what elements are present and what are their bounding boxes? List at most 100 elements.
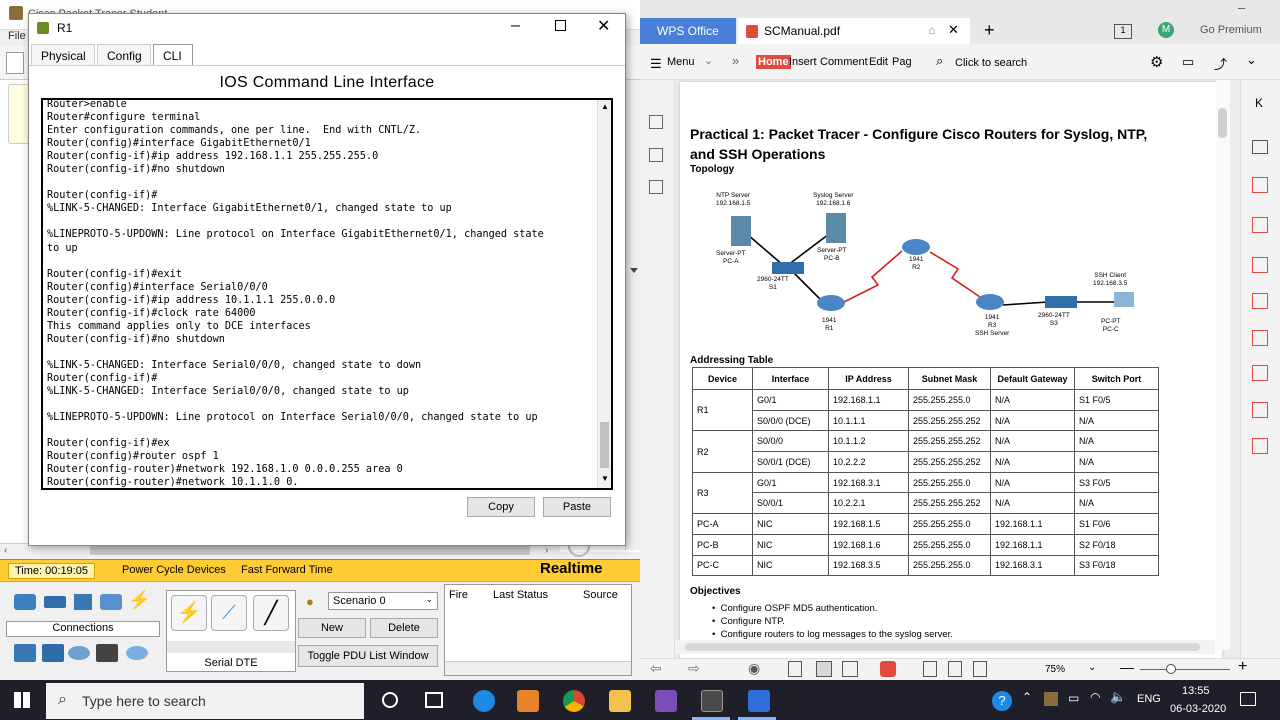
notifications-icon[interactable] [1240, 692, 1256, 706]
straight-cable-icon[interactable]: ╱ [253, 595, 289, 631]
device-icon-4[interactable] [96, 644, 118, 662]
single-page-icon[interactable] [788, 661, 802, 677]
scroll-down-icon[interactable] [630, 268, 638, 273]
pdf-to-ppt-icon[interactable] [1252, 330, 1268, 346]
copy-button[interactable]: Copy [467, 497, 535, 517]
hamburger-icon[interactable]: ☰ [650, 56, 662, 72]
fit-width-icon[interactable] [948, 661, 962, 677]
chat-icon[interactable]: ▭ [1182, 54, 1194, 70]
doc-vscroll-thumb[interactable] [1218, 108, 1227, 138]
help-icon[interactable]: ? [992, 691, 1012, 711]
images-icon[interactable] [649, 148, 663, 162]
rotate-icon[interactable] [973, 661, 987, 677]
connections-category-icon[interactable]: ⚡ [128, 590, 150, 611]
double-chevron-icon[interactable]: » [732, 53, 739, 68]
ribbon-insert[interactable]: Insert [789, 56, 817, 68]
file-menu[interactable]: File [8, 30, 26, 42]
power-cycle-button[interactable]: Power Cycle Devices [122, 564, 226, 576]
wps-taskbar-icon[interactable] [748, 690, 770, 712]
tray-pt-icon[interactable] [1044, 692, 1058, 706]
terminal-output[interactable]: Router>enable Router#configure terminal … [47, 100, 544, 488]
zoom-slider[interactable] [1140, 669, 1230, 670]
zoom-level[interactable]: 75% [1045, 664, 1065, 675]
terminal-scrollbar[interactable]: ▲ ▼ [597, 100, 611, 488]
ribbon-comment[interactable]: Comment [820, 56, 868, 68]
device-icon-5[interactable] [126, 646, 148, 660]
new-file-icon[interactable] [6, 52, 24, 74]
doc-hscroll-thumb[interactable] [685, 643, 1200, 651]
scroll-left-icon[interactable]: ‹ [4, 545, 7, 556]
search-field[interactable]: Click to search [955, 57, 1027, 69]
file-explorer-icon[interactable] [609, 690, 631, 712]
ribbon-page[interactable]: Pag [892, 56, 912, 68]
image-tool-icon[interactable] [1252, 217, 1268, 233]
workspace-vscroll[interactable] [625, 80, 640, 550]
fast-forward-button[interactable]: Fast Forward Time [241, 564, 333, 576]
network-icon[interactable]: ◠ [1090, 690, 1100, 704]
auto-connection-icon[interactable]: ⚡ [171, 595, 207, 631]
tab-config[interactable]: Config [97, 44, 151, 66]
new-tab-icon[interactable]: + [984, 20, 995, 41]
hscroll-thumb[interactable] [90, 546, 530, 555]
window-minimize-icon[interactable]: – [1238, 0, 1245, 15]
wireless-category-icon[interactable] [100, 594, 122, 610]
realtime-mode-label[interactable]: Realtime [540, 560, 603, 577]
device-icon-3[interactable] [68, 646, 90, 660]
continuous-page-icon[interactable] [816, 661, 832, 677]
info-icon[interactable]: ● [306, 594, 314, 609]
paste-button[interactable]: Paste [543, 497, 611, 517]
battery-icon[interactable]: ▭ [1068, 691, 1079, 705]
go-premium-link[interactable]: Go Premium [1200, 24, 1262, 36]
connection-scroll[interactable] [167, 641, 295, 653]
pdf-to-word-icon[interactable] [1252, 257, 1268, 273]
zoom-out-icon[interactable]: — [1120, 659, 1134, 675]
zoom-dropdown-icon[interactable]: ⌄ [1088, 662, 1096, 673]
tray-chevron-icon[interactable]: ⌃ [1022, 690, 1032, 704]
sign-icon[interactable] [1252, 438, 1268, 454]
eye-icon[interactable]: ◉ [748, 660, 760, 677]
two-page-icon[interactable] [842, 661, 858, 677]
ribbon-home[interactable]: Home [756, 55, 791, 69]
scenario-select[interactable]: Scenario 0 ⌄ [328, 592, 438, 610]
close-tab-icon[interactable]: ✕ [948, 22, 959, 38]
cli-terminal[interactable]: Router>enable Router#configure terminal … [41, 98, 613, 490]
windows-start-icon[interactable] [14, 692, 30, 708]
ribbon-edit[interactable]: Edit [869, 56, 888, 68]
play-icon[interactable] [880, 661, 896, 677]
scroll-down-icon[interactable]: ▼ [601, 474, 609, 483]
next-page-icon[interactable]: ⇨ [688, 660, 700, 677]
pin-icon[interactable]: ⌂ [928, 23, 935, 37]
tab-cli[interactable]: CLI [153, 44, 193, 66]
delete-scenario-button[interactable]: Delete [370, 618, 438, 638]
pdf-to-excel-icon[interactable] [1252, 293, 1268, 309]
language-indicator[interactable]: ENG [1137, 693, 1161, 705]
share-icon[interactable]: ⤴ [1214, 54, 1227, 73]
scroll-up-icon[interactable]: ▲ [601, 102, 609, 111]
translate-icon[interactable] [1252, 177, 1268, 193]
edge-icon[interactable] [473, 690, 495, 712]
taskbar-search[interactable]: ⌕ Type here to search [46, 683, 364, 719]
close-icon[interactable]: ✕ [597, 16, 610, 36]
split-icon[interactable] [1252, 402, 1268, 418]
user-avatar[interactable]: M [1158, 22, 1174, 38]
volume-icon[interactable]: 🔈 [1110, 689, 1126, 705]
print-icon[interactable] [1252, 140, 1268, 154]
device-icon-1[interactable] [14, 644, 36, 662]
clock-date[interactable]: 06-03-2020 [1170, 703, 1226, 715]
scroll-right-icon[interactable]: › [545, 545, 548, 556]
toggle-pdu-list-button[interactable]: Toggle PDU List Window [298, 645, 438, 667]
collapse-ribbon-icon[interactable]: ⌄ [1246, 52, 1257, 68]
collapse-panel-icon[interactable]: K [1255, 96, 1263, 110]
terminal-scroll-thumb[interactable] [600, 422, 609, 468]
new-scenario-button[interactable]: New [298, 618, 366, 638]
doc-hscroll[interactable] [675, 640, 1215, 654]
routers-category-icon[interactable] [14, 594, 36, 610]
menu-button[interactable]: Menu [667, 56, 695, 68]
cortana-icon[interactable] [382, 692, 398, 708]
wps-office-tab[interactable]: WPS Office [640, 18, 736, 44]
visual-studio-icon[interactable] [655, 690, 677, 712]
sublime-icon[interactable] [517, 690, 539, 712]
chrome-icon[interactable] [563, 690, 585, 712]
page-count-badge[interactable]: 1 [1114, 24, 1132, 39]
doc-vscroll[interactable] [1216, 80, 1230, 650]
